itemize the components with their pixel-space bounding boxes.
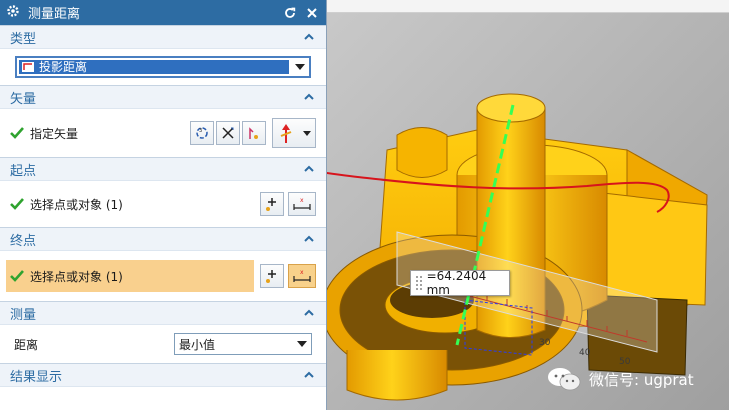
close-icon[interactable] [304, 5, 320, 21]
projected-distance-icon [22, 62, 34, 72]
dialog-titlebar: 测量距离 [0, 0, 326, 25]
type-section-header[interactable]: 类型 [0, 25, 326, 49]
vector-section-label: 矢量 [10, 91, 37, 107]
svg-text:3: 3 [199, 128, 202, 134]
measurement-value: =64.2404 mm [426, 269, 487, 297]
distance-select-value: 最小值 [179, 337, 216, 352]
end-point-row-wrap: 选择点或对象 (1) x [0, 251, 326, 301]
chevron-up-icon[interactable] [302, 232, 316, 246]
reverse-icon: 3 [196, 127, 208, 139]
point-constructor-icon [266, 270, 276, 283]
cad-model: 30 40 50 [327, 0, 729, 410]
chevron-up-icon[interactable] [302, 162, 316, 176]
point-vector-icon [249, 127, 258, 139]
dialog-title: 测量距离 [28, 7, 81, 22]
viewport-toolbar [327, 0, 729, 13]
distance-row: 距离 最小值 [0, 325, 326, 363]
drag-grip-icon[interactable] [415, 275, 423, 291]
ruler-tick-label: 30 [539, 338, 551, 348]
point-dialog-button[interactable] [260, 192, 284, 216]
vector-section-header[interactable]: 矢量 [0, 85, 326, 109]
start-point-row[interactable]: 选择点或对象 (1) x [0, 181, 326, 227]
chevron-up-icon[interactable] [302, 306, 316, 320]
vector-axis-button[interactable] [216, 121, 240, 145]
ruler-point-icon: x [293, 269, 311, 282]
result-section-header[interactable]: 结果显示 [0, 363, 326, 387]
measurement-readout[interactable]: =64.2404 mm [410, 269, 510, 297]
check-icon [10, 198, 24, 210]
type-select-text: 投影距离 [39, 60, 88, 74]
check-icon [10, 127, 24, 139]
axis-arrows-icon [222, 127, 234, 139]
chevron-up-icon[interactable] [302, 30, 316, 44]
ruler-point-icon: x [293, 197, 311, 210]
vector-dropdown-button[interactable] [272, 118, 316, 148]
dropdown-arrow-icon[interactable] [291, 58, 309, 76]
watermark: 微信号: ugprat [547, 366, 694, 392]
watermark-text: 微信号: ugprat [589, 370, 694, 389]
specify-vector-label: 指定矢量 [30, 126, 79, 141]
result-section-label: 结果显示 [10, 369, 63, 385]
measure-section-header[interactable]: 测量 [0, 301, 326, 325]
dropdown-arrow-icon [303, 130, 311, 136]
wechat-icon [548, 368, 581, 391]
type-section-label: 类型 [10, 31, 37, 47]
point-constructor-icon [266, 198, 276, 211]
reverse-direction-button[interactable]: 3 [190, 121, 214, 145]
dropdown-arrow-icon[interactable] [293, 334, 311, 354]
end-point-row[interactable]: 选择点或对象 (1) [6, 260, 254, 292]
check-icon [10, 270, 24, 282]
distance-label: 距离 [14, 337, 39, 352]
reset-icon[interactable] [282, 5, 298, 21]
type-select[interactable]: 投影距离 [15, 56, 311, 78]
svg-text:x: x [300, 269, 304, 276]
measure-distance-dialog: 测量距离 类型 投影距离 矢量 指定矢量 3 起点 选择点或对象 (1) x 终… [0, 0, 327, 410]
gear-icon[interactable] [6, 4, 20, 21]
ruler-tick-label: 40 [579, 348, 591, 358]
point-inference-button[interactable]: x [288, 192, 316, 216]
distance-select[interactable]: 最小值 [174, 333, 312, 355]
end-section-header[interactable]: 终点 [0, 227, 326, 251]
measure-section-label: 测量 [10, 307, 37, 323]
type-select-value: 投影距离 [19, 60, 289, 74]
start-section-header[interactable]: 起点 [0, 157, 326, 181]
point-vector-button[interactable] [242, 121, 266, 145]
end-section-label: 终点 [10, 233, 37, 249]
start-section-label: 起点 [10, 163, 37, 179]
point-inference-button[interactable]: x [288, 264, 316, 288]
graphics-viewport[interactable]: 30 40 50 =64.2404 mm 微信号: ugprat [327, 0, 729, 410]
svg-text:x: x [300, 197, 304, 204]
chevron-up-icon[interactable] [302, 90, 316, 104]
vector-row: 指定矢量 3 [0, 109, 326, 157]
chevron-up-icon[interactable] [302, 368, 316, 382]
point-dialog-button[interactable] [260, 264, 284, 288]
end-point-label: 选择点或对象 (1) [30, 269, 123, 284]
start-point-label: 选择点或对象 (1) [30, 197, 123, 212]
vector-arrow-icon [280, 124, 292, 143]
